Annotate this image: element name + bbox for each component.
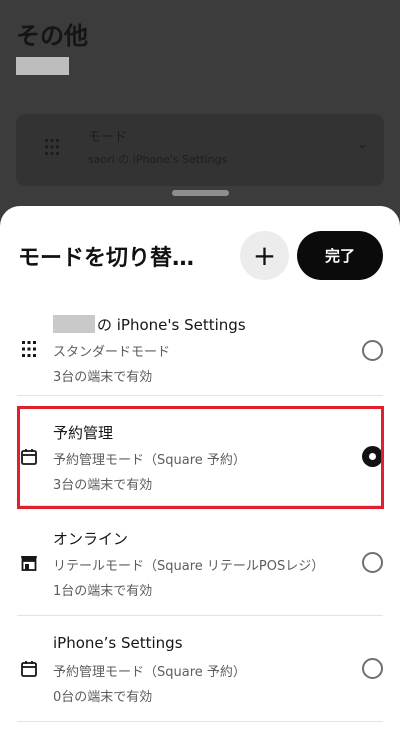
mode-item-devices: 1台の端末で有効 <box>53 584 153 599</box>
mode-card-title: モード <box>88 130 128 145</box>
calendar-icon <box>21 661 37 677</box>
divider <box>17 721 383 722</box>
redacted-name <box>53 315 95 333</box>
mode-item-title: の iPhone's Settings <box>53 314 246 335</box>
divider <box>17 395 383 396</box>
mode-card-subtitle: saori の iPhone's Settings <box>88 153 228 166</box>
mode-item-title: オンライン <box>53 530 129 548</box>
mode-item-subtitle: スタンダードモード <box>53 345 171 360</box>
page-title: その他 <box>16 22 88 50</box>
radio-button[interactable] <box>362 340 383 361</box>
mode-item-subtitle: 予約管理モード（Square 予約） <box>53 665 246 680</box>
mode-card[interactable]: モード saori の iPhone's Settings ⌄ <box>16 114 384 186</box>
sheet-drag-handle[interactable] <box>172 190 229 196</box>
selection-highlight-box <box>17 406 384 509</box>
divider <box>17 615 383 616</box>
chevron-down-icon: ⌄ <box>356 136 368 152</box>
mode-item-devices: 0台の端末で有効 <box>53 690 153 705</box>
mode-list-item[interactable]: の iPhone's Settings スタンダードモード 3台の端末で有効 <box>0 314 400 420</box>
keypad-icon <box>45 139 59 155</box>
mode-item-devices: 3台の端末で有効 <box>53 370 153 385</box>
sheet-title: モードを切り替… <box>18 246 195 271</box>
mode-item-subtitle: リテールモード（Square リテールPOSレジ） <box>53 559 325 574</box>
radio-button[interactable] <box>362 552 383 573</box>
mode-item-title-text: の iPhone's Settings <box>97 316 246 334</box>
done-button[interactable]: 完了 <box>297 231 383 280</box>
radio-button[interactable] <box>362 658 383 679</box>
mode-item-title: iPhone’s Settings <box>53 634 183 652</box>
mode-list-item[interactable]: iPhone’s Settings 予約管理モード（Square 予約） 0台の… <box>0 634 400 735</box>
store-icon <box>21 556 37 571</box>
add-mode-button[interactable]: + <box>240 231 289 280</box>
redacted-block <box>16 57 69 75</box>
keypad-icon <box>22 341 36 357</box>
mode-list-item[interactable]: オンライン リテールモード（Square リテールPOSレジ） 1台の端末で有効 <box>0 528 400 634</box>
